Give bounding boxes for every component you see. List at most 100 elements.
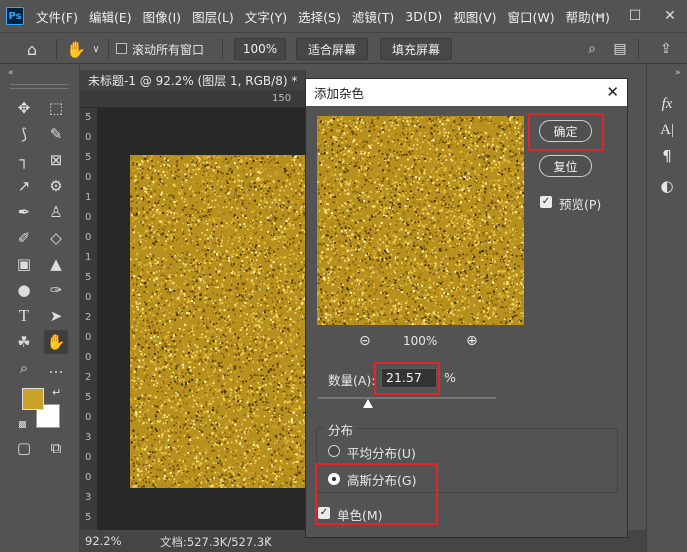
tools-panel: « ✥ ⬚ ⟆ ✎ ┐ ⊠ ↗ ⚙ ✒ ♙ ✐ ◇ ▣ ▲ ● ✑ T ➤ ☘ … [0, 64, 80, 552]
amount-input[interactable]: 21.57 [381, 368, 437, 388]
amount-slider-thumb[interactable] [363, 399, 373, 408]
scroll-all-label: 滚动所有窗口 [132, 43, 205, 57]
menu-file[interactable]: 文件(F) [36, 7, 78, 26]
menu-view[interactable]: 视图(V) [453, 7, 496, 26]
noise-preview[interactable] [317, 116, 524, 325]
preview-label: 预览(P) [559, 197, 602, 212]
reset-button[interactable]: 复位 [539, 155, 592, 177]
menu-type[interactable]: 文字(Y) [245, 7, 287, 26]
foreground-color-swatch[interactable] [22, 388, 44, 410]
spot-healing-tool-icon[interactable]: ⚙ [44, 174, 68, 198]
window-close-icon[interactable]: ✕ [655, 0, 685, 32]
expand-panels-icon[interactable]: » [675, 68, 681, 78]
home-icon[interactable]: ⌂ [20, 37, 44, 61]
menu-window[interactable]: 窗口(W) [508, 7, 555, 26]
amount-slider-track[interactable] [318, 397, 496, 399]
search-icon[interactable]: ⌕ [580, 37, 604, 61]
menu-bar: Ps 文件(F) 编辑(E) 图像(I) 图层(L) 文字(Y) 选择(S) 滤… [0, 0, 687, 32]
ruler-mark: 2 [85, 312, 92, 323]
stamp-tool-icon[interactable]: ♙ [44, 200, 68, 224]
fit-screen-button[interactable]: 适合屏幕 [296, 38, 368, 60]
ruler-mark: 150 [272, 93, 292, 104]
swap-colors-icon[interactable]: ↵ [52, 386, 61, 399]
screen-mode-icon[interactable]: ⧉ [44, 436, 68, 460]
ruler-mark: 5 [85, 392, 92, 403]
lasso-tool-icon[interactable]: ⟆ [12, 122, 36, 146]
paragraph-icon[interactable]: ¶ [655, 146, 679, 166]
shape-tool-icon[interactable]: ☘ [12, 330, 36, 354]
menu-select[interactable]: 选择(S) [298, 7, 341, 26]
frame-tool-icon[interactable]: ⊠ [44, 148, 68, 172]
marquee-tool-icon[interactable]: ⬚ [44, 96, 68, 120]
path-select-tool-icon[interactable]: ➤ [44, 304, 68, 328]
menu-filter[interactable]: 滤镜(T) [352, 7, 394, 26]
preview-zoom: 100% [403, 334, 438, 348]
ruler-mark: 5 [85, 512, 92, 523]
menu-3d[interactable]: 3D(D) [405, 9, 442, 24]
quick-mask-icon[interactable]: ▢ [12, 436, 36, 460]
ruler-mark: 0 [85, 352, 92, 363]
zoom-tool-icon[interactable]: ⌕ [12, 356, 36, 380]
ruler-mark: 1 [85, 252, 92, 263]
type-tool-icon[interactable]: T [12, 304, 36, 328]
move-tool-icon[interactable]: ✥ [12, 96, 36, 120]
document-tab[interactable]: 未标题-1 @ 92.2% (图层 1, RGB/8) * [80, 70, 306, 90]
zoom-in-icon[interactable]: ⊕ [466, 333, 478, 349]
more-tools-icon[interactable]: … [44, 356, 68, 380]
monochromatic-checkbox[interactable]: ✓ [318, 507, 330, 519]
workspace-icon[interactable]: ▤ [608, 37, 632, 61]
zoom-level[interactable]: 92.2% [85, 534, 122, 548]
ruler-mark: 0 [85, 132, 92, 143]
ruler-mark: 0 [85, 292, 92, 303]
ruler-mark: 2 [85, 372, 92, 383]
gaussian-radio[interactable] [328, 473, 340, 485]
document-info[interactable]: 文档:527.3K/527.3K [160, 534, 272, 550]
zoom-100-button[interactable]: 100% [234, 38, 286, 60]
ok-button[interactable]: 确定 [539, 120, 592, 142]
uniform-label: 平均分布(U) [347, 446, 416, 461]
ruler-mark: 0 [85, 452, 92, 463]
chevron-down-icon[interactable]: ∨ [84, 37, 108, 61]
eraser-tool-icon[interactable]: ◇ [44, 226, 68, 250]
pen-tool-icon[interactable]: ✑ [44, 278, 68, 302]
preview-checkbox[interactable]: ✓ [540, 196, 552, 208]
quick-select-tool-icon[interactable]: ✎ [44, 122, 68, 146]
minimize-icon[interactable]: ─ [585, 0, 615, 32]
menu-image[interactable]: 图像(I) [143, 7, 181, 26]
history-brush-tool-icon[interactable]: ✐ [12, 226, 36, 250]
amount-label: 数量(A): [328, 373, 376, 388]
default-colors-icon[interactable]: ▩ [18, 420, 27, 430]
dodge-tool-icon[interactable]: ● [12, 278, 36, 302]
photoshop-logo: Ps [6, 7, 24, 25]
maximize-icon[interactable]: ☐ [620, 0, 650, 32]
menu-edit[interactable]: 编辑(E) [89, 7, 132, 26]
options-bar: ⌂ ✋ ∨ 滚动所有窗口 100% 适合屏幕 填充屏幕 ⌕ ▤ ⇪ [0, 32, 687, 64]
crop-tool-icon[interactable]: ┐ [12, 148, 36, 172]
ruler-mark: 5 [85, 152, 92, 163]
amount-unit: % [444, 370, 456, 385]
gradient-tool-icon[interactable]: ▣ [12, 252, 36, 276]
blur-tool-icon[interactable]: ▲ [44, 252, 68, 276]
ruler-mark: 0 [85, 412, 92, 423]
gold-noise-canvas[interactable] [130, 155, 306, 488]
scroll-all-checkbox[interactable] [116, 43, 127, 54]
hand-tool-active-icon[interactable]: ✋ [44, 330, 68, 354]
adjustments-icon[interactable]: ◐ [655, 176, 679, 196]
eyedropper-tool-icon[interactable]: ↗ [12, 174, 36, 198]
collapse-icon[interactable]: « [8, 68, 14, 78]
uniform-radio[interactable] [328, 445, 340, 457]
brush-tool-icon[interactable]: ✒ [12, 200, 36, 224]
fill-screen-button[interactable]: 填充屏幕 [380, 38, 452, 60]
ruler-mark: 3 [85, 492, 92, 503]
monochromatic-label: 单色(M) [337, 508, 383, 523]
status-arrow-icon[interactable]: › [266, 532, 271, 547]
panel-grip[interactable] [10, 84, 68, 89]
menu-layer[interactable]: 图层(L) [192, 7, 234, 26]
ruler-mark: 5 [85, 112, 92, 123]
close-icon[interactable]: ✕ [606, 83, 619, 101]
share-icon[interactable]: ⇪ [654, 37, 678, 61]
zoom-out-icon[interactable]: ⊝ [359, 333, 371, 349]
distribution-label: 分布 [324, 420, 358, 439]
character-icon[interactable]: A| [655, 120, 679, 140]
fx-icon[interactable]: fx [655, 94, 679, 114]
